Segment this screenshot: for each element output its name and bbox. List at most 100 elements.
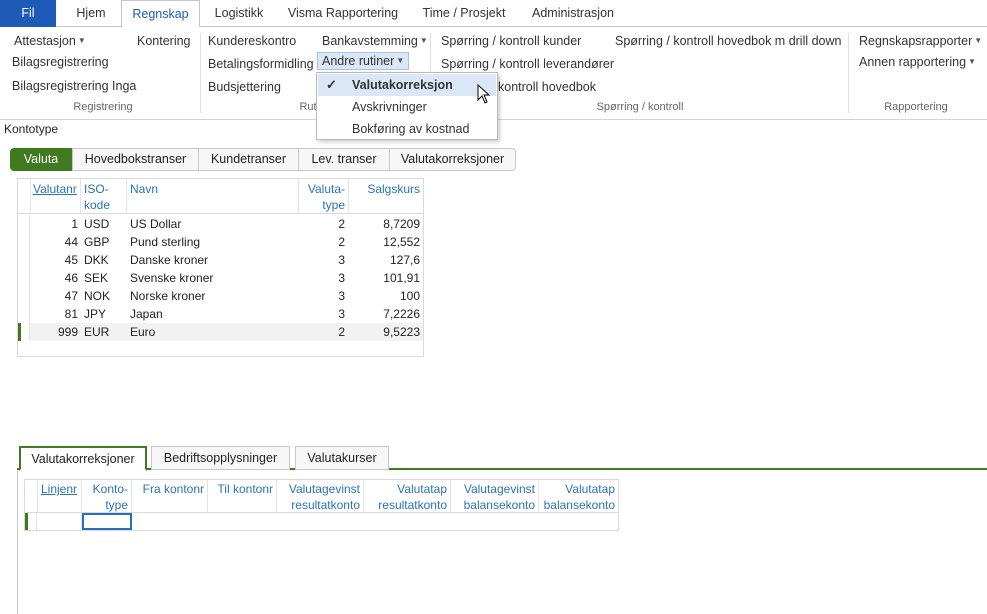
cell-kurs[interactable]: 7,2226 [349,305,420,323]
column-header-valutagevinst-resultatkonto[interactable]: Valutagevinst resultatkonto [277,480,364,513]
column-header-valutatap-balansekonto[interactable]: Valutatap balansekonto [539,480,618,513]
column-header-fra-kontonr[interactable]: Fra kontonr [132,480,208,513]
column-header-til-kontonr[interactable]: Til kontonr [208,480,277,513]
cell-iso[interactable]: GBP [84,233,124,251]
cell-nr[interactable]: 45 [31,251,78,269]
cell-iso[interactable]: NOK [84,287,124,305]
column-header-kontotype[interactable]: Konto-type [82,480,132,513]
kontering-button[interactable]: Kontering [137,34,191,48]
betalingsformidling-button[interactable]: Betalingsformidling [208,57,314,71]
cell-kurs[interactable]: 9,5223 [349,323,420,341]
cell-nr[interactable]: 47 [31,287,78,305]
cell-type[interactable]: 2 [299,215,345,233]
row-selector[interactable] [18,305,30,323]
budsjettering-button[interactable]: Budsjettering [208,80,281,94]
tab-valutakorreksjoner-bottom[interactable]: Valutakorreksjoner [19,446,147,471]
caret-down-icon: ▼ [419,36,428,45]
cell-navn[interactable]: Japan [130,305,295,323]
menu-item-valutakorreksjon[interactable]: ✓ Valutakorreksjon [318,74,496,96]
linjenr-cell[interactable] [38,513,82,530]
cell-nr[interactable]: 44 [31,233,78,251]
kundereskontro-button[interactable]: Kundereskontro [208,34,296,48]
row-selector[interactable] [18,215,30,233]
tab-valutakorreksjoner[interactable]: Valutakorreksjoner [389,148,516,171]
column-header-valutanr[interactable]: Valutanr [31,179,81,214]
row-selector[interactable] [18,287,30,305]
group-separator [848,33,849,113]
cell-type[interactable]: 2 [299,323,345,341]
table-row[interactable]: 47 NOK Norske kroner 3 100 [18,287,423,305]
tab-hjem[interactable]: Hjem [64,0,118,27]
regnskapsrapporter-button[interactable]: Regnskapsrapporter ▼ [859,34,982,48]
cell-type[interactable]: 2 [299,233,345,251]
table-row[interactable]: 44 GBP Pund sterling 2 12,552 [18,233,423,251]
sporring-drill-down-button[interactable]: Spørring / kontroll hovedbok m drill dow… [615,34,842,48]
sporring-leverandorer-button[interactable]: Spørring / kontroll leverandører [441,57,614,71]
tab-lev-transer[interactable]: Lev. transer [298,148,390,171]
menu-item-bokforing-av-kostnad[interactable]: Bokføring av kostnad [318,118,496,140]
column-header-valutatype[interactable]: Valuta-type [299,179,349,214]
cell-nr[interactable]: 81 [31,305,78,323]
column-header-valutagevinst-balansekonto[interactable]: Valutagevinst balansekonto [451,480,539,513]
cell-kurs[interactable]: 100 [349,287,420,305]
cell-kurs[interactable]: 127,6 [349,251,420,269]
bankavstemming-button[interactable]: Bankavstemming ▼ [322,34,428,48]
tab-hovedbokstranser[interactable]: Hovedbokstranser [72,148,199,171]
table-row[interactable]: 81 JPY Japan 3 7,2226 [18,305,423,323]
column-header-valutatap-resultatkonto[interactable]: Valutatap resultatkonto [364,480,451,513]
table-row[interactable]: 1 USD US Dollar 2 8,7209 [18,215,423,233]
cell-navn[interactable]: Svenske kroner [130,269,295,287]
table-row[interactable]: 46 SEK Svenske kroner 3 101,91 [18,269,423,287]
menu-item-avskrivninger[interactable]: Avskrivninger [318,96,496,118]
cell-type[interactable]: 3 [299,251,345,269]
cell-type[interactable]: 3 [299,305,345,323]
tab-bedriftsopplysninger[interactable]: Bedriftsopplysninger [151,446,290,470]
tab-logistikk[interactable]: Logistikk [204,0,274,27]
cell-kurs[interactable]: 12,552 [349,233,420,251]
tab-time-prosjekt[interactable]: Time / Prosjekt [416,0,512,27]
cell-kurs[interactable]: 101,91 [349,269,420,287]
cell-iso[interactable]: USD [84,215,124,233]
row-selector[interactable] [18,251,30,269]
cell-iso[interactable]: EUR [84,323,124,341]
attestasjon-button[interactable]: Attestasjon ▼ [14,34,86,48]
table-row[interactable]: 45 DKK Danske kroner 3 127,6 [18,251,423,269]
bilagsregistrering-inga-button[interactable]: Bilagsregistrering Inga [12,79,136,93]
table-row[interactable]: 999 EUR Euro 2 9,5223 [18,323,423,341]
bilagsregistrering-button[interactable]: Bilagsregistrering [12,55,109,69]
row-selector[interactable] [18,233,30,251]
cell-iso[interactable]: DKK [84,251,124,269]
column-header-salgskurs[interactable]: Salgskurs [349,179,423,214]
cell-type[interactable]: 3 [299,287,345,305]
annen-rapportering-button[interactable]: Annen rapportering ▼ [859,55,976,69]
column-header-linjenr[interactable]: Linjenr [38,480,82,513]
cell-navn[interactable]: Norske kroner [130,287,295,305]
cell-iso[interactable]: SEK [84,269,124,287]
sporring-hovedbok-button[interactable]: kontroll hovedbok [498,80,596,94]
kontotype-cell-input[interactable] [82,513,132,530]
sporring-kunder-button[interactable]: Spørring / kontroll kunder [441,34,581,48]
row-selector[interactable] [18,269,30,287]
tab-visma-rapportering[interactable]: Visma Rapportering [283,0,403,27]
cell-nr[interactable]: 1 [31,215,78,233]
andre-rutiner-button[interactable]: Andre rutiner ▼ [317,52,410,70]
cell-navn[interactable]: Danske kroner [130,251,295,269]
cell-navn[interactable]: Pund sterling [130,233,295,251]
cell-navn[interactable]: US Dollar [130,215,295,233]
tab-kundetranser[interactable]: Kundetranser [198,148,299,171]
tab-valutakurser[interactable]: Valutakurser [295,446,389,470]
row-selector-current[interactable] [25,513,37,530]
cell-iso[interactable]: JPY [84,305,124,323]
column-header-iso-kode[interactable]: ISO-kode [81,179,127,214]
column-header-navn[interactable]: Navn [127,179,299,214]
tab-administrasjon[interactable]: Administrasjon [524,0,622,27]
tab-fil[interactable]: Fil [0,0,56,27]
cell-kurs[interactable]: 8,7209 [349,215,420,233]
cell-nr[interactable]: 46 [31,269,78,287]
tab-regnskap[interactable]: Regnskap [121,0,200,28]
cell-nr[interactable]: 999 [31,323,78,341]
cell-type[interactable]: 3 [299,269,345,287]
cell-navn[interactable]: Euro [130,323,295,341]
tab-valuta[interactable]: Valuta [10,148,72,171]
row-selector[interactable] [18,323,30,341]
